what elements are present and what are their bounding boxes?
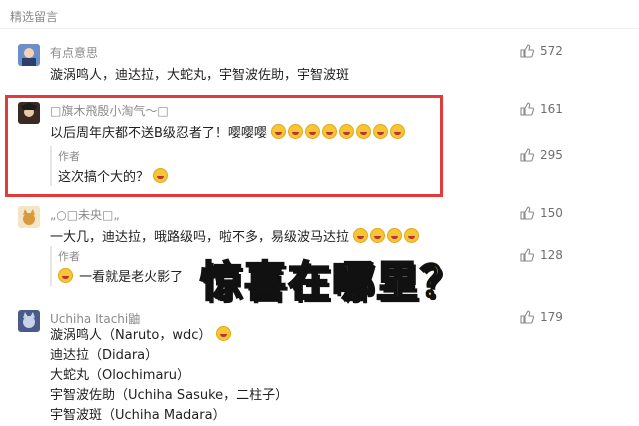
comment-line: 漩涡鸣人（Naruto，wdc） [50, 326, 288, 346]
thumbs-up-icon[interactable] [520, 44, 534, 58]
author-reply-text: 这次搞个大的？ [58, 170, 150, 185]
comment-nickname[interactable]: □旗木飛殷小淘气～□ [50, 102, 169, 119]
avatar[interactable] [18, 206, 40, 228]
laugh-emoji-icon [404, 228, 420, 243]
grin-emoji-icon [356, 124, 372, 139]
laugh-emoji-icon [387, 228, 403, 243]
thumbs-up-icon[interactable] [520, 206, 534, 220]
comment-nickname[interactable]: 有点意思 [50, 44, 98, 61]
character-avatar-icon [18, 102, 40, 124]
anime-avatar-icon [18, 44, 40, 66]
comment-line: 迪达拉（Didara） [50, 348, 159, 363]
comment-text: 以后周年庆都不送B级忍者了！嘤嘤嘤 [50, 122, 407, 141]
author-label: 作者 [58, 150, 80, 163]
comment-text-content: 一大几，迪达拉，哦路级吗，啦不多，易级波马达拉 [50, 230, 350, 245]
grin-emoji-icon [373, 124, 389, 139]
grin-emoji-icon [288, 124, 304, 139]
author-label: 作者 [58, 250, 80, 263]
like-count: 128 [540, 248, 563, 262]
grin-emoji-icon [390, 124, 406, 139]
comment-line: 宇智波佐助（Uchiha Sasuke，二柱子） [50, 388, 289, 403]
thumbs-up-icon[interactable] [520, 248, 534, 262]
avatar[interactable] [18, 102, 40, 124]
cat-emoji-icon [215, 326, 231, 341]
reply-bar [50, 246, 52, 286]
like-count: 150 [540, 206, 563, 220]
thumbs-up-icon[interactable] [520, 148, 534, 162]
section-title: 精选留言 [10, 10, 59, 24]
grin-emoji-icon [271, 124, 287, 139]
reply-bar [50, 146, 52, 186]
ninja-cat-avatar-icon [18, 310, 40, 332]
smile-emoji-icon [153, 168, 169, 183]
like-count: 295 [540, 148, 563, 162]
comment-nickname[interactable]: „○□未央□„ [50, 206, 120, 223]
avatar[interactable] [18, 44, 40, 66]
author-reply: 一看就是老火影了 [58, 266, 183, 285]
comment-nickname[interactable]: Uchiha Itachi鼬 [50, 310, 140, 327]
avatar[interactable] [18, 310, 40, 332]
thumbs-up-icon[interactable] [520, 102, 534, 116]
laugh-emoji-icon [370, 228, 386, 243]
smile-emoji-icon [58, 268, 73, 283]
comment-text: 漩涡鸣人，迪达拉，大蛇丸，宇智波佐助，宇智波斑 [50, 68, 350, 83]
section-divider [0, 28, 639, 29]
like-count: 572 [540, 44, 563, 58]
author-reply-text: 一看就是老火影了 [79, 270, 184, 285]
comment-line: 宇智波斑（Uchiha Madara） [50, 408, 226, 423]
comment-line: 大蛇丸（Olochimaru） [50, 368, 191, 383]
grin-emoji-icon [339, 124, 355, 139]
grin-emoji-icon [322, 124, 338, 139]
thumbs-up-icon[interactable] [520, 310, 534, 324]
comment-text: 一大几，迪达拉，哦路级吗，啦不多，易级波马达拉 [50, 226, 421, 245]
comment-line-text: 漩涡鸣人（Naruto，wdc） [50, 328, 212, 343]
like-count: 161 [540, 102, 563, 116]
comment-text-content: 以后周年庆都不送B级忍者了！嘤嘤嘤 [50, 126, 267, 141]
comment-text: 漩涡鸣人（Naruto，wdc） 迪达拉（Didara） 大蛇丸（Olochim… [50, 326, 288, 426]
overlay-caption: 惊喜在哪里？ [199, 256, 465, 307]
cat-avatar-icon [18, 206, 40, 228]
grin-emoji-icon [305, 124, 321, 139]
author-reply: 这次搞个大的？ [58, 166, 170, 185]
laugh-emoji-icon [353, 228, 369, 243]
like-count: 179 [540, 310, 563, 324]
